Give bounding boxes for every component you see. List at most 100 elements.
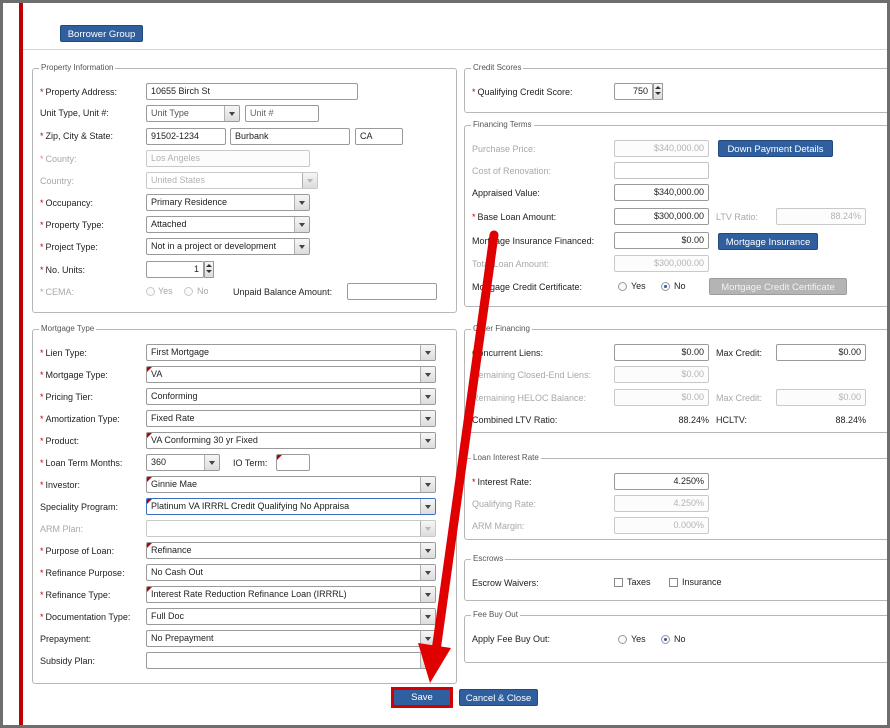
concurrent-liens-input[interactable]: $0.00 [614, 344, 709, 361]
refinance-purpose-label: * Refinance Purpose: [40, 568, 125, 578]
occupancy-select[interactable]: Primary Residence [146, 194, 310, 211]
product-label: * Product: [40, 436, 80, 446]
cltv-label: Combined LTV Ratio: [472, 415, 558, 425]
subsidy-plan-select[interactable] [146, 652, 436, 669]
fee-yes-radio[interactable] [618, 635, 627, 644]
mortgage-credit-certificate-button[interactable]: Mortgage Credit Certificate [709, 278, 847, 295]
mortgage-type-select[interactable]: VA [146, 366, 436, 383]
interest-rate-label: * Interest Rate: [472, 477, 532, 487]
io-term-label: IO Term: [233, 458, 268, 468]
base-loan-amount-input[interactable]: $300,000.00 [614, 208, 709, 225]
closed-end-liens-input[interactable]: $0.00 [614, 366, 709, 383]
documentation-type-label: * Documentation Type: [40, 612, 131, 622]
save-highlight: Save [391, 687, 453, 708]
property-type-select[interactable]: Attached [146, 216, 310, 233]
section-legend: Mortgage Type [39, 324, 97, 333]
mcc-yes-radio[interactable] [618, 282, 627, 291]
chevron-down-icon [294, 239, 309, 254]
project-type-select[interactable]: Not in a project or development [146, 238, 310, 255]
mi-financed-input[interactable]: $0.00 [614, 232, 709, 249]
mortgage-insurance-button[interactable]: Mortgage Insurance [718, 233, 818, 250]
arm-margin-input[interactable]: 0.000% [614, 517, 709, 534]
pricing-tier-select[interactable]: Conforming [146, 388, 436, 405]
max-credit-2-input[interactable]: $0.00 [776, 389, 866, 406]
save-button[interactable]: Save [394, 690, 450, 705]
ltv-ratio-input[interactable]: 88.24% [776, 208, 866, 225]
city-input[interactable]: Burbank [230, 128, 350, 145]
unit-type-select[interactable]: Unit Type [146, 105, 240, 122]
amortization-type-label: * Amortization Type: [40, 414, 120, 424]
credit-score-stepper[interactable] [653, 83, 663, 100]
no-units-stepper[interactable] [204, 261, 214, 278]
cema-no-label: No [197, 286, 209, 296]
state-input[interactable]: CA [355, 128, 403, 145]
speciality-program-select[interactable]: Platinum VA IRRRL Credit Qualifying No A… [146, 498, 436, 515]
appraised-value-label: Appraised Value: [472, 188, 540, 198]
down-payment-details-button[interactable]: Down Payment Details [718, 140, 833, 157]
arm-plan-select[interactable] [146, 520, 436, 537]
io-term-input[interactable] [276, 454, 310, 471]
loan-term-select[interactable]: 360 [146, 454, 220, 471]
refinance-type-select[interactable]: Interest Rate Reduction Refinance Loan (… [146, 586, 436, 603]
fee-no-radio[interactable] [661, 635, 670, 644]
chevron-down-icon [420, 477, 435, 492]
project-type-label: * Project Type: [40, 242, 98, 252]
chevron-down-icon [420, 433, 435, 448]
country-label: Country: [40, 176, 75, 186]
unpaid-balance-input[interactable] [347, 283, 437, 300]
chevron-down-icon [420, 389, 435, 404]
total-loan-amount-input[interactable]: $300,000.00 [614, 255, 709, 272]
section-legend: Financing Terms [471, 120, 534, 129]
fee-yes-label: Yes [631, 634, 646, 644]
cost-of-renovation-input[interactable] [614, 162, 709, 179]
county-input[interactable]: Los Angeles [146, 150, 310, 167]
appraised-value-input[interactable]: $340,000.00 [614, 184, 709, 201]
borrower-group-button[interactable]: Borrower Group [60, 25, 143, 42]
chevron-down-icon [224, 106, 239, 121]
taxes-label: Taxes [627, 577, 651, 587]
zip-input[interactable]: 91502-1234 [146, 128, 226, 145]
arm-plan-label: ARM Plan: [40, 524, 84, 534]
mcc-no-radio[interactable] [661, 282, 670, 291]
max-credit-2-label: Max Credit: [716, 393, 763, 403]
cema-no-radio[interactable] [184, 287, 193, 296]
prepayment-select[interactable]: No Prepayment [146, 630, 436, 647]
chevron-down-icon [420, 543, 435, 558]
max-credit-input[interactable]: $0.00 [776, 344, 866, 361]
chevron-down-icon [420, 499, 435, 514]
ltv-ratio-label: LTV Ratio: [716, 212, 758, 222]
cancel-close-button[interactable]: Cancel & Close [459, 689, 538, 706]
product-select[interactable]: VA Conforming 30 yr Fixed [146, 432, 436, 449]
purpose-of-loan-select[interactable]: Refinance [146, 542, 436, 559]
property-address-input[interactable]: 10655 Birch St [146, 83, 358, 100]
dialog-body: Borrower Group Property Information * Pro… [19, 3, 887, 725]
no-units-input[interactable]: 1 [146, 261, 204, 278]
investor-select[interactable]: Ginnie Mae [146, 476, 436, 493]
unit-number-input[interactable]: Unit # [245, 105, 319, 122]
chevron-down-icon [420, 367, 435, 382]
refinance-purpose-select[interactable]: No Cash Out [146, 564, 436, 581]
amortization-type-select[interactable]: Fixed Rate [146, 410, 436, 427]
chevron-down-icon [420, 521, 435, 536]
refinance-type-label: * Refinance Type: [40, 590, 111, 600]
divider [23, 49, 887, 50]
qualifying-rate-input[interactable]: 4.250% [614, 495, 709, 512]
heloc-balance-input[interactable]: $0.00 [614, 389, 709, 406]
country-select[interactable]: United States [146, 172, 318, 189]
purchase-price-input[interactable]: $340,000.00 [614, 140, 709, 157]
cema-yes-radio[interactable] [146, 287, 155, 296]
taxes-checkbox[interactable] [614, 578, 623, 587]
chevron-down-icon [294, 217, 309, 232]
lien-type-select[interactable]: First Mortgage [146, 344, 436, 361]
section-legend: Credit Scores [471, 63, 524, 72]
escrow-waivers-label: Escrow Waivers: [472, 578, 539, 588]
documentation-type-select[interactable]: Full Doc [146, 608, 436, 625]
credit-score-input[interactable]: 750 [614, 83, 653, 100]
hcltv-label: HCLTV: [716, 415, 748, 425]
qualifying-rate-label: Qualifying Rate: [472, 499, 537, 509]
occupancy-label: * Occupancy: [40, 198, 94, 208]
subsidy-plan-label: Subsidy Plan: [40, 656, 96, 666]
insurance-checkbox[interactable] [669, 578, 678, 587]
interest-rate-input[interactable]: 4.250% [614, 473, 709, 490]
chevron-down-icon [420, 411, 435, 426]
